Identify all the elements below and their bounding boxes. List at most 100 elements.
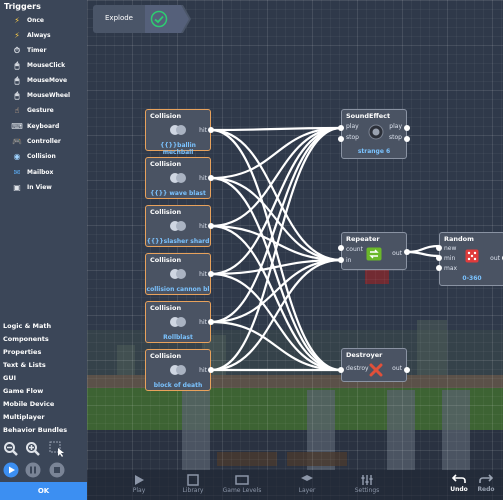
node-title: Collision [150, 160, 182, 168]
node-title: Collision [150, 112, 182, 120]
trigger-timer[interactable]: ⏱ Timer [12, 44, 47, 57]
category-gui[interactable]: GUI [3, 374, 16, 382]
play-button-icon[interactable] [3, 462, 19, 478]
sound-effect-node[interactable]: SoundEffect play stop play stop strange … [341, 109, 407, 159]
collision-node[interactable]: Collision hit block of death [145, 349, 211, 391]
category-multiplayer[interactable]: Multiplayer [3, 413, 45, 421]
hit-port-label: hit [199, 319, 207, 326]
node-title: Destroyer [346, 351, 383, 359]
speaker-icon [368, 124, 384, 140]
collision-icon [170, 221, 186, 231]
node-port[interactable] [208, 271, 214, 277]
trigger-in-view[interactable]: ▣ In View [12, 181, 52, 194]
gesture-icon: ☝ [14, 105, 20, 115]
play-icon [135, 475, 144, 485]
destroy-x-icon [369, 363, 383, 377]
node-value: {{}} wave blast [150, 190, 206, 197]
max-input-label: max [444, 265, 458, 272]
node-port[interactable] [338, 245, 344, 251]
select-cursor-icon[interactable] [49, 441, 65, 457]
trigger-controller[interactable]: 🎮 Controller [12, 135, 61, 148]
node-port[interactable] [208, 319, 214, 325]
node-port[interactable] [338, 136, 344, 142]
trigger-always[interactable]: ⚡ Always [12, 29, 50, 42]
pause-button-icon[interactable] [25, 462, 41, 478]
collision-node[interactable]: Collision hit {{}}ballin mechball [145, 109, 211, 156]
hit-port-label: hit [199, 367, 207, 374]
stop-input-label: stop [346, 134, 359, 141]
repeater-node[interactable]: Repeater count in out [341, 232, 407, 270]
lightning-always-icon: ⚡ [14, 30, 20, 40]
category-mobile-device[interactable]: Mobile Device [3, 400, 54, 408]
category-behavior-bundles[interactable]: Behavior Bundles [3, 426, 67, 434]
layer-tab[interactable]: Layer [295, 470, 319, 500]
mouse-wheel-icon: 🖱 [14, 90, 20, 100]
trigger-mousemove[interactable]: 🖱 MouseMove [12, 74, 67, 87]
game-levels-tab[interactable]: Game Levels [217, 470, 267, 500]
node-port[interactable] [208, 223, 214, 229]
node-value: strange 6 [357, 148, 391, 155]
node-port[interactable] [436, 265, 442, 271]
category-text-lists[interactable]: Text & Lists [3, 361, 46, 369]
node-value: {{}}slasher shard [146, 238, 210, 245]
trigger-once[interactable]: ⚡ Once [12, 14, 44, 27]
collision-node[interactable]: Collision hit {{}}slasher shard [145, 205, 211, 247]
redo-icon[interactable] [479, 474, 493, 484]
trigger-gesture[interactable]: ☝ Gesture [12, 104, 54, 117]
destroyer-node[interactable]: Destroyer destroy out [341, 348, 407, 382]
hit-port-label: hit [199, 175, 207, 182]
trigger-keyboard[interactable]: ⌨ Keyboard [11, 120, 59, 133]
library-tab[interactable]: Library [178, 470, 208, 500]
connection-wire [210, 126, 342, 372]
node-port[interactable] [436, 245, 442, 251]
keyboard-icon: ⌨ [11, 121, 23, 131]
zoom-out-icon[interactable] [3, 441, 19, 457]
category-components[interactable]: Components [3, 335, 49, 343]
zoom-in-icon[interactable] [25, 441, 41, 457]
node-port[interactable] [436, 255, 442, 261]
trigger-collision[interactable]: ◉ Collision [12, 150, 56, 163]
behavior-sidebar: Triggers ⚡ Once ⚡ Always ⏱ Timer 🖱 MouseClic… [0, 0, 87, 500]
settings-tab[interactable]: Settings [351, 470, 383, 500]
category-game-flow[interactable]: Game Flow [3, 387, 43, 395]
node-title: Collision [150, 208, 182, 216]
redo-label[interactable]: Redo [474, 486, 498, 493]
node-port[interactable] [208, 367, 214, 373]
dice-icon [465, 249, 479, 263]
mouse-click-icon: 🖱 [14, 60, 20, 70]
lightning-icon: ⚡ [14, 15, 20, 25]
random-node[interactable]: Random new min max out 0-360 [439, 232, 503, 286]
trigger-mousewheel[interactable]: 🖱 MouseWheel [12, 89, 71, 102]
layer-icon [301, 475, 313, 481]
node-port[interactable] [404, 249, 410, 255]
collision-node[interactable]: Collision hit collision cannon bl [145, 253, 211, 295]
mouse-move-icon: 🖱 [14, 75, 20, 85]
connection-wire [406, 250, 440, 258]
stop-button-icon[interactable] [49, 462, 65, 478]
ok-button[interactable]: OK [0, 482, 87, 500]
category-logic-math[interactable]: Logic & Math [3, 322, 51, 330]
node-title: Repeater [346, 235, 380, 243]
play-input-label: play [346, 123, 359, 130]
node-port[interactable] [338, 257, 344, 263]
trigger-mouseclick[interactable]: 🖱 MouseClick [12, 59, 65, 72]
destroy-input-label: destroy [346, 365, 369, 372]
node-title: Collision [150, 256, 182, 264]
repeat-icon [366, 247, 382, 261]
undo-icon[interactable] [452, 474, 466, 484]
trigger-mailbox[interactable]: ✉ Mailbox [12, 166, 54, 179]
collision-node[interactable]: Collision hit Rollblast [145, 301, 211, 343]
node-port[interactable] [404, 125, 410, 131]
node-port[interactable] [338, 367, 344, 373]
node-port[interactable] [208, 175, 214, 181]
undo-label[interactable]: Undo [447, 486, 471, 493]
behavior-canvas[interactable]: Explode Collision hit {{}}ballin mechbal… [87, 0, 503, 500]
hit-port-label: hit [199, 127, 207, 134]
collision-node[interactable]: Collision hit {{}} wave blast [145, 157, 211, 199]
play-tab[interactable]: Play [127, 470, 151, 500]
node-port[interactable] [404, 136, 410, 142]
node-port[interactable] [338, 125, 344, 131]
node-port[interactable] [404, 367, 410, 373]
category-properties[interactable]: Properties [3, 348, 41, 356]
node-port[interactable] [208, 127, 214, 133]
